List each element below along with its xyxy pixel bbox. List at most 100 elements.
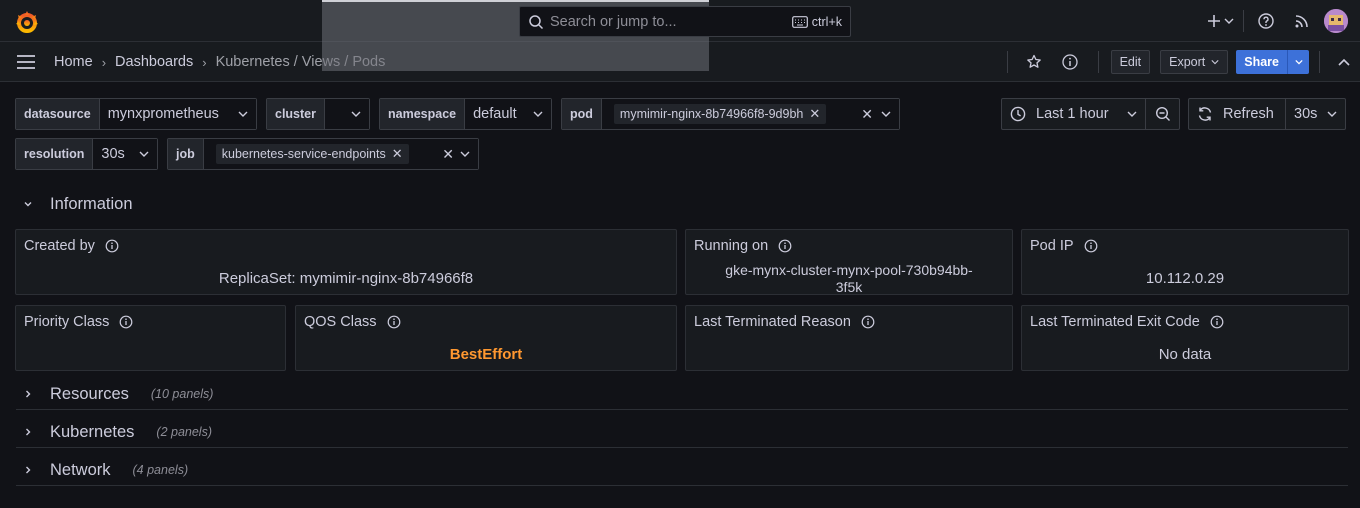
plus-icon bbox=[1208, 15, 1234, 27]
row-panel-count: (10 panels) bbox=[150, 387, 214, 401]
divider bbox=[1243, 10, 1244, 32]
remove-chip-icon[interactable]: ✕ bbox=[809, 106, 820, 122]
variable-cluster[interactable]: cluster bbox=[266, 98, 370, 130]
cluster-select[interactable] bbox=[325, 99, 369, 129]
mark-favorite-button[interactable] bbox=[1018, 54, 1050, 70]
dashboard-info-button[interactable] bbox=[1050, 54, 1090, 70]
panel-last-terminated-exit-code[interactable]: Last Terminated Exit Code No data bbox=[1021, 305, 1349, 371]
clear-selection-icon[interactable]: ✕ bbox=[861, 106, 873, 123]
divider bbox=[1097, 51, 1099, 73]
row-kubernetes[interactable]: Kubernetes (2 panels) bbox=[16, 413, 212, 451]
variable-namespace[interactable]: namespace default bbox=[379, 98, 552, 130]
time-range-label: Last 1 hour bbox=[1036, 106, 1109, 122]
refresh-button[interactable]: Refresh bbox=[1188, 98, 1286, 130]
collapse-header-button[interactable] bbox=[1328, 58, 1360, 66]
row-information[interactable]: Information bbox=[16, 185, 133, 223]
row-title: Information bbox=[50, 194, 133, 213]
info-icon[interactable] bbox=[861, 315, 875, 329]
edit-button[interactable]: Edit bbox=[1110, 50, 1151, 74]
chevron-down-icon bbox=[351, 111, 361, 117]
refresh-controls: Refresh 30s bbox=[1188, 98, 1346, 130]
time-range-picker[interactable]: Last 1 hour bbox=[1001, 98, 1146, 130]
info-icon[interactable] bbox=[1084, 239, 1098, 253]
refresh-interval-picker[interactable]: 30s bbox=[1286, 98, 1346, 130]
panel-priority-class[interactable]: Priority Class bbox=[15, 305, 286, 371]
panel-title: Created by bbox=[24, 238, 95, 254]
chevron-down-icon bbox=[1294, 59, 1303, 65]
grafana-logo-icon[interactable] bbox=[14, 9, 40, 35]
remove-chip-icon[interactable]: ✕ bbox=[392, 146, 403, 162]
breadcrumb-bar: Home › Dashboards › Kubernetes / Views /… bbox=[0, 42, 1360, 82]
chip-label: mymimir-nginx-8b74966f8-9d9bh bbox=[619, 107, 804, 121]
rss-icon bbox=[1295, 15, 1308, 28]
star-icon bbox=[1026, 54, 1041, 68]
info-icon[interactable] bbox=[105, 239, 119, 253]
panel-created-by[interactable]: Created by ReplicaSet: mymimir-nginx-8b7… bbox=[15, 229, 677, 295]
variable-job[interactable]: job kubernetes-service-endpoints ✕ ✕ bbox=[167, 138, 479, 170]
dashboard-actions: Edit Export Share bbox=[1006, 42, 1360, 82]
panel-last-terminated-reason[interactable]: Last Terminated Reason bbox=[685, 305, 1013, 371]
zoom-out-button[interactable] bbox=[1146, 98, 1180, 130]
divider bbox=[1006, 51, 1008, 73]
info-icon[interactable] bbox=[778, 239, 792, 253]
export-label: Export bbox=[1169, 55, 1206, 69]
avatar bbox=[1324, 9, 1348, 33]
row-panel-count: (4 panels) bbox=[132, 463, 189, 477]
variable-label: datasource bbox=[16, 99, 100, 129]
share-menu-button[interactable] bbox=[1287, 50, 1309, 74]
job-select[interactable]: kubernetes-service-endpoints ✕ ✕ bbox=[203, 139, 478, 169]
clear-selection-icon[interactable]: ✕ bbox=[442, 146, 454, 163]
menu-icon[interactable] bbox=[16, 54, 36, 70]
clock-icon bbox=[1010, 106, 1026, 122]
chevron-down-icon bbox=[24, 202, 32, 207]
search-placeholder: Search or jump to... bbox=[550, 13, 677, 30]
breadcrumb-dashboards[interactable]: Dashboards bbox=[115, 54, 193, 70]
panel-qos-class[interactable]: QOS Class BestEffort bbox=[295, 305, 677, 371]
chevron-down-icon bbox=[238, 111, 248, 117]
panel-value: 10.112.0.29 bbox=[1145, 270, 1225, 287]
help-button[interactable] bbox=[1248, 13, 1284, 29]
variable-pod[interactable]: pod mymimir-nginx-8b74966f8-9d9bh ✕ ✕ bbox=[561, 98, 900, 130]
panel-running-on[interactable]: Running on gke-mynx-cluster-mynx-pool-73… bbox=[685, 229, 1013, 295]
refresh-icon bbox=[1198, 107, 1212, 121]
variable-value: 30s bbox=[101, 146, 125, 162]
row-resources[interactable]: Resources (10 panels) bbox=[16, 375, 213, 413]
chip-label: kubernetes-service-endpoints bbox=[221, 147, 386, 161]
new-menu-button[interactable] bbox=[1201, 14, 1241, 28]
row-title: Kubernetes bbox=[50, 422, 135, 441]
info-icon[interactable] bbox=[119, 315, 133, 329]
variable-datasource[interactable]: datasource mynxprometheus bbox=[15, 98, 257, 130]
variable-resolution[interactable]: resolution 30s bbox=[15, 138, 158, 170]
panel-value-line: gke-mynx-cluster-mynx-pool-730b94bb- bbox=[725, 262, 973, 278]
panel-header: Priority Class bbox=[24, 314, 133, 330]
chevron-down-icon bbox=[533, 111, 543, 117]
keyboard-icon bbox=[791, 15, 808, 28]
breadcrumb-home[interactable]: Home bbox=[54, 54, 93, 70]
info-icon[interactable] bbox=[1210, 315, 1224, 329]
chevron-right-icon bbox=[26, 428, 31, 436]
pod-select[interactable]: mymimir-nginx-8b74966f8-9d9bh ✕ ✕ bbox=[601, 99, 899, 129]
news-button[interactable] bbox=[1284, 13, 1320, 29]
panel-pod-ip[interactable]: Pod IP 10.112.0.29 bbox=[1021, 229, 1349, 295]
chevron-down-icon bbox=[1211, 60, 1219, 65]
export-button[interactable]: Export bbox=[1160, 50, 1229, 74]
variable-value: default bbox=[473, 106, 517, 122]
namespace-select[interactable]: default bbox=[465, 99, 551, 129]
refresh-label: Refresh bbox=[1223, 106, 1274, 122]
chevron-right-icon bbox=[26, 466, 31, 474]
panel-value-line: 3f5k bbox=[835, 279, 863, 295]
chevron-right-icon: › bbox=[101, 54, 107, 70]
info-icon bbox=[1061, 54, 1078, 70]
datasource-select[interactable]: mynxprometheus bbox=[99, 99, 256, 129]
row-divider bbox=[16, 447, 1348, 448]
search-input[interactable]: Search or jump to... ctrl+k bbox=[519, 6, 851, 37]
panel-title: Pod IP bbox=[1030, 238, 1074, 254]
resolution-select[interactable]: 30s bbox=[93, 139, 157, 169]
info-icon[interactable] bbox=[387, 315, 401, 329]
profile-button[interactable] bbox=[1320, 9, 1360, 33]
panel-value: No data bbox=[1158, 346, 1212, 363]
row-network[interactable]: Network (4 panels) bbox=[16, 451, 188, 489]
variable-label: namespace bbox=[380, 99, 466, 129]
share-button[interactable]: Share bbox=[1236, 50, 1287, 74]
row-divider bbox=[16, 409, 1348, 410]
